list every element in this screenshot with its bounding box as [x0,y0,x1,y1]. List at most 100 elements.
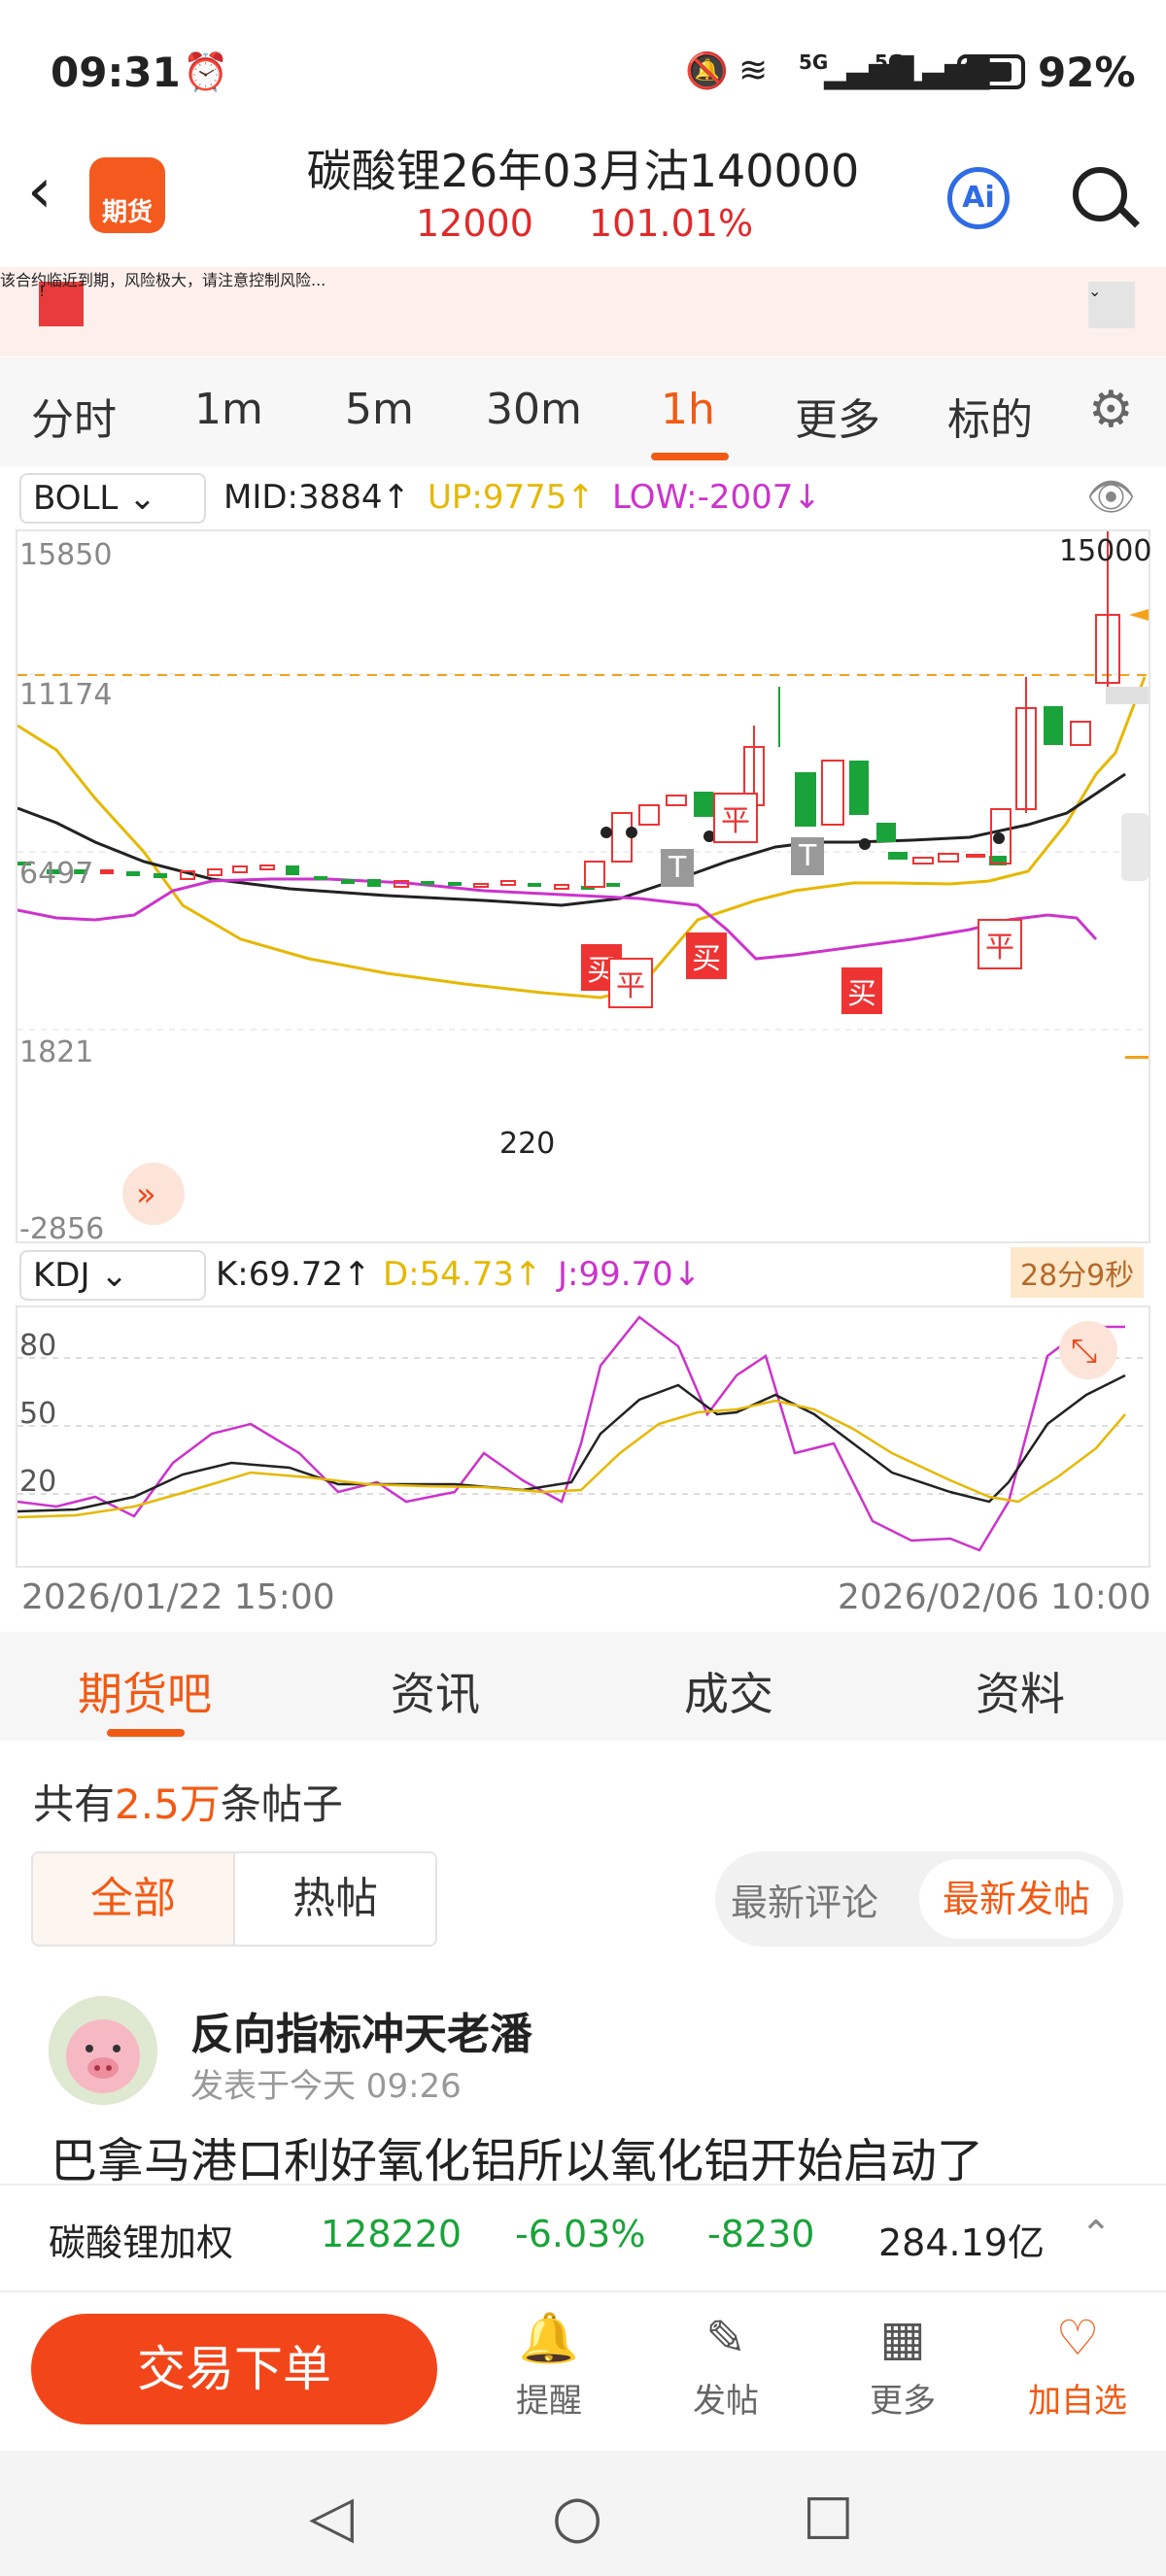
trade-order-button[interactable]: 交易下单 [31,2314,437,2424]
tab-more[interactable]: 更多 [795,385,880,447]
chevron-down-icon: ⌄ [128,479,156,518]
ticker-price: 128220 [321,2213,463,2255]
boll-up: UP:9775↑ [428,478,595,517]
tab-5m[interactable]: 5m [345,385,414,434]
trade-dot [600,827,612,838]
post-time: 发表于今天 09:26 [190,2067,462,2106]
alarm-icon: ⏰ [183,51,229,93]
kdj-d-line [17,1399,1126,1519]
kdj-chart[interactable]: ⤡ [16,1305,1150,1568]
t-marker: T [791,837,825,875]
post-count-number: 2.5万 [115,1780,221,1828]
close-marker: 平 [977,919,1022,969]
kdj-svg: ⤡ [17,1315,1149,1552]
more-label: 更多 [870,2382,936,2421]
remind-button[interactable]: 🔔 提醒 [496,2310,602,2422]
status-bar: 09:31 ⏰ 🔕 ≋ 5G ▂▄▆█ 5G ▂▄▆█ 92% [0,0,1166,146]
post-content[interactable]: 巴拿马港口利好氧化铝所以氧化铝开始启动了 [51,2122,983,2190]
buy-marker: 买 [686,932,727,979]
tab-trades[interactable]: 成交 [684,1659,773,1723]
min-price-label: 220 [499,1127,556,1161]
last-price-arrow [1129,609,1149,621]
chevron-up-icon[interactable]: ⌃ [1080,2213,1112,2255]
trade-dot [626,827,637,838]
battery-icon [957,54,1025,89]
ticker-name: 碳酸锂加权 [49,2221,234,2264]
buy-marker: 买 [841,967,882,1014]
y-axis-label: 15850 [19,538,113,572]
sort-latest-comment[interactable]: 最新评论 [731,1873,878,1926]
kline-chart[interactable]: » [16,529,1150,1243]
close-marker: 平 [713,793,758,843]
mute-icon: 🔕 [685,51,729,91]
sort-latest-post[interactable]: 最新发帖 [919,1859,1114,1939]
kline-svg: » [17,531,1149,1225]
tab-30m[interactable]: 30m [486,385,582,434]
kdj-name: KDJ [33,1256,90,1295]
kdj-select[interactable]: KDJ ⌄ [19,1250,206,1301]
t-marker: T [661,849,695,887]
post-count: 共有2.5万条帖子 [33,1780,343,1828]
gear-icon[interactable]: ⚙ [1088,381,1134,439]
eye-icon[interactable]: 👁 [1086,474,1136,520]
tab-futures-forum[interactable]: 期货吧 [78,1659,212,1723]
ticker-change: -8230 [707,2213,815,2255]
last-price: 12000 [416,202,533,245]
nav-home-icon[interactable]: ○ [552,2483,602,2551]
boll-low: LOW:-2007↓ [612,478,821,517]
change-percent: 101.01% [589,202,754,245]
chevron-down-icon[interactable]: ⌄ [1088,282,1135,328]
tab-1m[interactable]: 1m [194,385,263,434]
filter-hot[interactable]: 热帖 [233,1851,437,1947]
tab-timeshare[interactable]: 分时 [31,385,117,447]
post-button[interactable]: ✎ 发帖 [672,2310,779,2422]
pig-avatar-icon [49,1996,157,2105]
kdj-k: K:69.72↑ [216,1255,371,1294]
close-marker: 平 [608,958,653,1008]
boll-mid-line [17,772,1126,907]
avatar[interactable] [49,1996,157,2105]
active-section-indicator [107,1729,185,1737]
y-axis-label: 6497 [19,857,94,891]
post-label: 发帖 [693,2382,759,2421]
warning-text: 该合约临近到期，风险极大，请注意控制风险... [0,271,326,289]
trade-dot [993,832,1005,844]
sort-toggle: 最新评论 最新发帖 [715,1851,1123,1947]
chevron-down-icon: ⌄ [100,1256,128,1295]
date-end: 2026/02/06 10:00 [838,1577,1151,1617]
tab-info[interactable]: 资料 [976,1659,1065,1723]
boll-low-line [17,877,1098,961]
heart-icon: ♡ [1055,2310,1100,2366]
bell-icon: 🔔 [518,2310,580,2366]
max-price-label: 15000 [1059,534,1152,568]
nav-back-icon[interactable]: ◁ [309,2483,354,2551]
search-icon[interactable] [1073,167,1127,221]
candles [17,531,1120,890]
indicator-select[interactable]: BOLL ⌄ [19,473,206,524]
countdown-badge: 28分9秒 [1011,1247,1145,1298]
tab-news[interactable]: 资讯 [391,1659,480,1723]
nav-recents-icon[interactable]: □ [803,2483,854,2546]
double-chevron-icon: » [136,1175,156,1214]
grid-icon: ▦ [879,2310,926,2366]
kdj-y-label: 50 [19,1397,57,1431]
active-tab-indicator [651,453,729,460]
trade-dot [859,838,871,850]
tab-1h[interactable]: 1h [661,385,715,434]
filter-all[interactable]: 全部 [31,1851,235,1947]
y-axis-label: -2856 [19,1212,105,1246]
more-button[interactable]: ▦ 更多 [849,2310,956,2422]
date-start: 2026/01/22 15:00 [21,1577,335,1617]
expand-icon: ⤡ [1071,1332,1097,1371]
ticker-percent: -6.03% [515,2213,646,2255]
post-author[interactable]: 反向指标冲天老潘 [190,1999,532,2061]
y-axis-label: 1821 [19,1035,94,1069]
tab-underlying[interactable]: 标的 [947,385,1033,447]
ai-assistant-icon[interactable]: Ai [947,167,1010,229]
y-axis-label: 11174 [19,678,113,712]
kdj-y-label: 80 [19,1329,57,1363]
add-favorite-button[interactable]: ♡ 加自选 [1024,2310,1131,2422]
remind-label: 提醒 [516,2382,582,2421]
side-handle [1121,813,1149,881]
indicator-name: BOLL [33,479,119,518]
